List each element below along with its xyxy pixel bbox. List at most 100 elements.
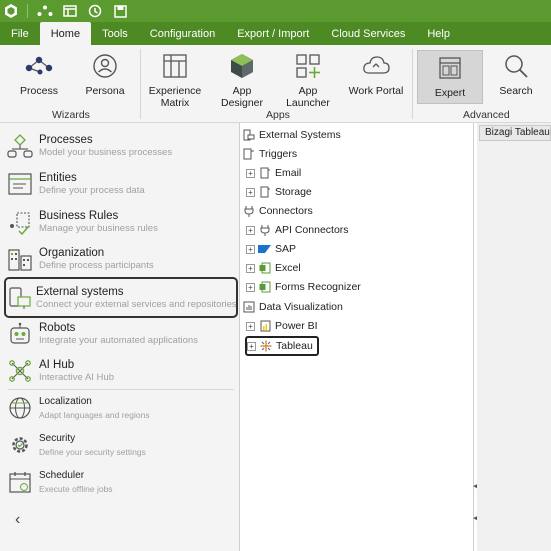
work-portal-icon: [358, 49, 394, 83]
expand-icon[interactable]: +: [246, 187, 255, 197]
app-launcher-label: App Launcher: [286, 85, 330, 109]
tree-node-triggers[interactable]: Triggers: [242, 145, 297, 163]
tree-root-external-systems[interactable]: External Systems: [242, 126, 341, 144]
app-launcher-icon: [290, 49, 326, 83]
app-designer-button[interactable]: App Designer: [212, 49, 272, 109]
processes-icon: [5, 131, 35, 161]
nav-robots-title: Robots: [39, 322, 76, 334]
tree-node-storage[interactable]: + Storage: [246, 183, 312, 201]
nav-business-rules[interactable]: Business Rules Manage your business rule…: [5, 207, 237, 237]
tree-label: Storage: [275, 186, 312, 198]
tree-label: SAP: [275, 243, 297, 255]
search-label: Search: [499, 85, 533, 97]
tree-label: Power BI: [275, 320, 318, 332]
search-button[interactable]: Search: [494, 49, 538, 97]
excel-icon: [258, 262, 271, 275]
security-gear-icon: [5, 430, 35, 460]
menu-help[interactable]: Help: [416, 22, 461, 45]
nav-scheduler[interactable]: Scheduler Execute offline jobs: [5, 467, 237, 497]
nav-organization[interactable]: Organization Define process participants: [5, 244, 237, 274]
work-portal-label: Work Portal: [348, 85, 404, 97]
persona-button[interactable]: Persona: [84, 49, 126, 97]
menu-tools[interactable]: Tools: [91, 22, 139, 45]
app-launcher-button[interactable]: App Launcher: [277, 49, 339, 109]
window-icon[interactable]: [61, 2, 79, 20]
expand-icon[interactable]: +: [246, 263, 255, 273]
save-icon[interactable]: [111, 2, 129, 20]
menu-configuration[interactable]: Configuration: [139, 22, 226, 45]
nav-external-systems[interactable]: External systems Connect your external s…: [4, 277, 238, 318]
menu-home[interactable]: Home: [39, 22, 92, 45]
external-systems-icon: [6, 283, 32, 313]
plug-icon: [242, 205, 255, 218]
entities-icon: [5, 169, 35, 199]
tree-label: Connectors: [259, 205, 313, 217]
nav-security-title: Security: [39, 433, 76, 444]
tree-label: External Systems: [259, 129, 341, 141]
advanced-group-label: Advanced: [463, 109, 510, 121]
collapse-panel-button[interactable]: ‹: [15, 511, 20, 529]
tree-node-data-visualization[interactable]: Data Visualization: [242, 298, 343, 316]
persona-icon: [87, 49, 123, 83]
tree-label: Tableau: [276, 340, 313, 352]
robot-icon: [5, 319, 35, 349]
expand-icon[interactable]: +: [246, 168, 255, 178]
tree-label: Excel: [275, 262, 301, 274]
tree-node-forms-recognizer[interactable]: + Forms Recognizer: [246, 278, 361, 296]
tree-node-api-connectors[interactable]: + API Connectors: [246, 221, 349, 239]
calendar-icon: [5, 467, 35, 497]
expand-icon[interactable]: +: [246, 225, 255, 235]
workflow-icon[interactable]: [36, 2, 54, 20]
tree-label: Data Visualization: [259, 301, 343, 313]
nav-robots[interactable]: Robots Integrate your automated applicat…: [5, 319, 237, 349]
nav-localization[interactable]: Localization Adapt languages and regions: [5, 393, 237, 423]
expert-label: Expert: [434, 87, 466, 99]
process-icon: [21, 49, 57, 83]
nav-entities-subtitle: Define your process data: [39, 185, 145, 196]
nav-ai-hub[interactable]: AI Hub Interactive AI Hub: [5, 356, 237, 386]
experience-matrix-button[interactable]: Experience Matrix: [148, 49, 202, 109]
nav-processes[interactable]: Processes Model your business processes: [5, 131, 237, 161]
work-portal-button[interactable]: Work Portal: [348, 49, 404, 97]
tree-label: Email: [275, 167, 302, 179]
tree-node-excel[interactable]: + Excel: [246, 259, 301, 277]
trigger-icon: [242, 148, 255, 161]
nav-entities-title: Entities: [39, 172, 77, 184]
tree-label: Forms Recognizer: [275, 281, 361, 293]
process-button[interactable]: Process: [17, 49, 61, 97]
external-systems-node-icon: [242, 129, 255, 142]
refresh-icon[interactable]: [86, 2, 104, 20]
tree-node-power-bi[interactable]: + Power BI: [246, 317, 318, 335]
tree-node-connectors[interactable]: Connectors: [242, 202, 313, 220]
business-rules-icon: [5, 207, 35, 237]
expand-icon[interactable]: +: [246, 321, 255, 331]
nav-localization-subtitle: Adapt languages and regions: [39, 410, 150, 420]
tree-node-email[interactable]: + Email: [246, 164, 301, 182]
tree-label: API Connectors: [275, 224, 349, 236]
expert-button[interactable]: Expert: [417, 50, 483, 104]
group-separator: [140, 49, 141, 119]
nav-organization-subtitle: Define process participants: [39, 260, 154, 271]
api-plug-icon: [258, 224, 271, 237]
experience-matrix-label-1: Experience: [148, 85, 202, 97]
menu-export-import[interactable]: Export / Import: [226, 22, 320, 45]
wizards-group-label: Wizards: [52, 109, 90, 121]
ribbon: Process Persona Wizards Experience Matri…: [0, 45, 551, 123]
nav-external-systems-subtitle: Connect your external services and repos…: [36, 299, 237, 310]
expand-icon[interactable]: +: [247, 341, 256, 351]
menu-file[interactable]: File: [0, 22, 40, 45]
expand-icon[interactable]: +: [246, 244, 255, 254]
nav-entities[interactable]: Entities Define your process data: [5, 169, 237, 199]
expand-icon[interactable]: +: [246, 282, 255, 292]
data-visualization-icon: [242, 301, 255, 314]
title-bar: [0, 0, 551, 22]
nav-security[interactable]: Security Define your security settings: [5, 430, 237, 460]
app-logo-icon: [2, 2, 20, 20]
left-nav-panel: Processes Model your business processes …: [0, 123, 240, 551]
menu-cloud-services[interactable]: Cloud Services: [320, 22, 416, 45]
tree-node-tableau[interactable]: + Tableau: [245, 336, 319, 356]
nav-processes-subtitle: Model your business processes: [39, 147, 173, 158]
forms-recognizer-icon: [258, 281, 271, 294]
tree-node-sap[interactable]: + SAP: [246, 240, 296, 258]
tab-bizagi-tableau[interactable]: Bizagi Tableau: [479, 125, 551, 141]
